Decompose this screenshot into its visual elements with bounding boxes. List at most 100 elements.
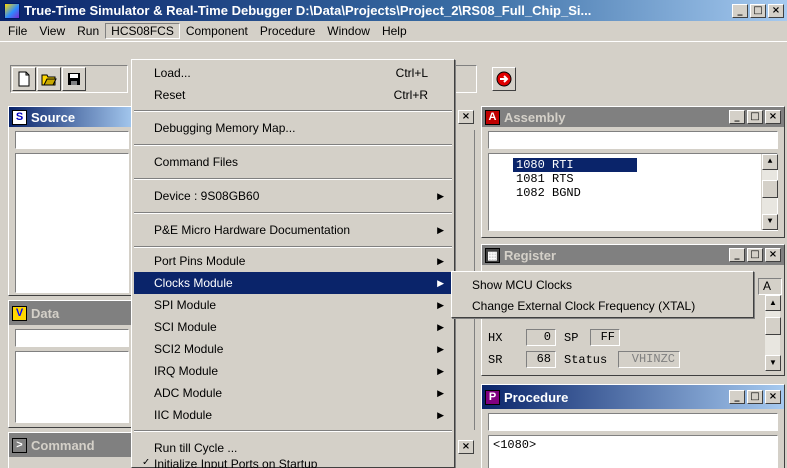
- data-filter-field[interactable]: [15, 329, 129, 347]
- menu-item-change-xtal[interactable]: Change External Clock Frequency (XTAL): [454, 295, 751, 316]
- procedure-maximize-button[interactable]: □: [747, 390, 763, 404]
- menu-item-label: P&E Micro Hardware Documentation: [154, 223, 351, 237]
- menu-item-spi[interactable]: SPI Module ▶: [134, 294, 452, 316]
- assembly-line[interactable]: 1081 RTS: [513, 172, 777, 186]
- menu-item-device[interactable]: Device : 9S08GB60 ▶: [134, 185, 452, 207]
- menu-hcs08fcs[interactable]: HCS08FCS: [105, 23, 180, 39]
- menu-item-label: Device : 9S08GB60: [154, 189, 260, 203]
- scroll-thumb[interactable]: [762, 180, 778, 198]
- register-scrollbar[interactable]: ▲ ▼: [764, 295, 781, 371]
- register-hx-value[interactable]: 0: [526, 329, 556, 346]
- menu-item-label: Initialize Input Ports on Startup: [154, 459, 318, 468]
- menu-window[interactable]: Window: [321, 23, 376, 39]
- procedure-icon: P: [485, 389, 500, 405]
- register-sp-value[interactable]: FF: [590, 329, 620, 346]
- menu-item-label: IIC Module: [154, 408, 213, 422]
- assembly-panel-header[interactable]: A Assembly _ □ ×: [482, 107, 784, 127]
- menu-item-sci2[interactable]: SCI2 Module ▶: [134, 338, 452, 360]
- menu-item-command-files[interactable]: Command Files: [134, 151, 452, 173]
- assembly-minimize-button[interactable]: _: [729, 110, 745, 124]
- source-close-button[interactable]: ×: [458, 110, 474, 124]
- menu-item-sci[interactable]: SCI Module ▶: [134, 316, 452, 338]
- menu-item-show-mcu-clocks[interactable]: Show MCU Clocks: [454, 274, 751, 295]
- command-panel[interactable]: > Command: [8, 432, 136, 468]
- menu-help[interactable]: Help: [376, 23, 413, 39]
- scroll-down-arrow-icon[interactable]: ▼: [765, 355, 781, 371]
- source-panel[interactable]: S Source: [8, 106, 136, 296]
- menu-item-debugging-memory-map[interactable]: Debugging Memory Map...: [134, 117, 452, 139]
- procedure-panel-title: Procedure: [504, 389, 569, 405]
- assembly-panel[interactable]: A Assembly _ □ × 1080 RTI 1081 RTS 1082 …: [481, 106, 785, 238]
- register-maximize-button[interactable]: □: [747, 248, 763, 262]
- scroll-up-arrow-icon[interactable]: ▲: [762, 154, 778, 170]
- open-folder-icon[interactable]: [37, 67, 61, 91]
- procedure-line[interactable]: <1080>: [493, 438, 777, 452]
- menu-item-init-input-ports[interactable]: ✓ Initialize Input Ports on Startup: [134, 459, 452, 468]
- command-panel-header[interactable]: > Command: [9, 433, 135, 457]
- new-file-icon[interactable]: [12, 67, 36, 91]
- submenu-arrow-icon: ▶: [437, 255, 444, 266]
- halt-icon[interactable]: [492, 67, 516, 91]
- source-panel-header[interactable]: S Source: [9, 107, 135, 127]
- assembly-scrollbar[interactable]: ▲ ▼: [761, 154, 778, 230]
- data-panel-title: Data: [31, 305, 60, 321]
- procedure-list[interactable]: <1080>: [488, 435, 778, 468]
- clocks-submenu: Show MCU Clocks Change External Clock Fr…: [451, 271, 754, 318]
- menu-item-label: Change External Clock Frequency (XTAL): [472, 298, 696, 313]
- assembly-address-field[interactable]: [488, 131, 778, 149]
- menu-item-reset[interactable]: Reset Ctrl+R: [134, 84, 452, 106]
- menu-run[interactable]: Run: [71, 23, 105, 39]
- scroll-thumb[interactable]: [765, 317, 781, 335]
- menu-item-iic[interactable]: IIC Module ▶: [134, 404, 452, 426]
- procedure-minimize-button[interactable]: _: [729, 390, 745, 404]
- menu-file[interactable]: File: [2, 23, 33, 39]
- scroll-down-arrow-icon[interactable]: ▼: [762, 214, 778, 230]
- menu-view[interactable]: View: [33, 23, 71, 39]
- title-bar[interactable]: True-Time Simulator & Real-Time Debugger…: [0, 0, 787, 21]
- close-button[interactable]: ×: [768, 3, 784, 18]
- source-content[interactable]: [15, 153, 129, 293]
- data-panel-header[interactable]: V Data: [9, 301, 135, 325]
- menu-item-pe-documentation[interactable]: P&E Micro Hardware Documentation ▶: [134, 219, 452, 241]
- assembly-maximize-button[interactable]: □: [747, 110, 763, 124]
- register-close-button[interactable]: ×: [765, 248, 781, 262]
- menu-item-port-pins[interactable]: Port Pins Module ▶: [134, 250, 452, 272]
- procedure-panel[interactable]: P Procedure _ □ × <1080>: [481, 384, 785, 468]
- submenu-arrow-icon: ▶: [437, 190, 444, 201]
- maximize-button[interactable]: □: [750, 3, 766, 18]
- menu-item-load[interactable]: Load... Ctrl+L: [134, 62, 452, 84]
- source-path-field[interactable]: [15, 131, 129, 149]
- submenu-arrow-icon: ▶: [437, 277, 444, 288]
- register-panel-header[interactable]: ▦ Register _ □ ×: [482, 245, 784, 265]
- assembly-line[interactable]: 1082 BGND: [513, 186, 777, 200]
- command-close-button[interactable]: ×: [458, 440, 474, 454]
- assembly-close-button[interactable]: ×: [765, 110, 781, 124]
- data-content[interactable]: [15, 351, 129, 423]
- menu-item-adc[interactable]: ADC Module ▶: [134, 382, 452, 404]
- toolbar-group-run: [455, 65, 477, 93]
- register-sr-value[interactable]: 68: [526, 351, 556, 368]
- submenu-arrow-icon: ▶: [437, 299, 444, 310]
- menu-separator: [134, 212, 452, 214]
- register-minimize-button[interactable]: _: [729, 248, 745, 262]
- menu-item-clocks-module[interactable]: Clocks Module ▶: [134, 272, 452, 294]
- minimize-button[interactable]: _: [732, 3, 748, 18]
- procedure-field[interactable]: [488, 413, 778, 431]
- register-a-box[interactable]: A: [758, 278, 782, 295]
- assembly-line-selected[interactable]: 1080 RTI: [513, 158, 637, 172]
- menu-component[interactable]: Component: [180, 23, 254, 39]
- assembly-listing[interactable]: 1080 RTI 1081 RTS 1082 BGND ▲ ▼: [488, 153, 778, 231]
- procedure-panel-header[interactable]: P Procedure _ □ ×: [482, 385, 784, 409]
- menu-item-label: ADC Module: [154, 386, 223, 400]
- register-status-value[interactable]: VHINZC: [618, 351, 680, 368]
- menu-item-label: Load...: [154, 66, 191, 80]
- menu-item-run-till-cycle[interactable]: Run till Cycle ...: [134, 437, 452, 459]
- menu-separator: [134, 430, 452, 432]
- procedure-close-button[interactable]: ×: [765, 390, 781, 404]
- save-icon[interactable]: [62, 67, 86, 91]
- menu-procedure[interactable]: Procedure: [254, 23, 321, 39]
- scroll-up-arrow-icon[interactable]: ▲: [765, 295, 781, 311]
- menu-item-irq[interactable]: IRQ Module ▶: [134, 360, 452, 382]
- data-panel[interactable]: V Data: [8, 300, 136, 428]
- data-icon: V: [12, 305, 27, 321]
